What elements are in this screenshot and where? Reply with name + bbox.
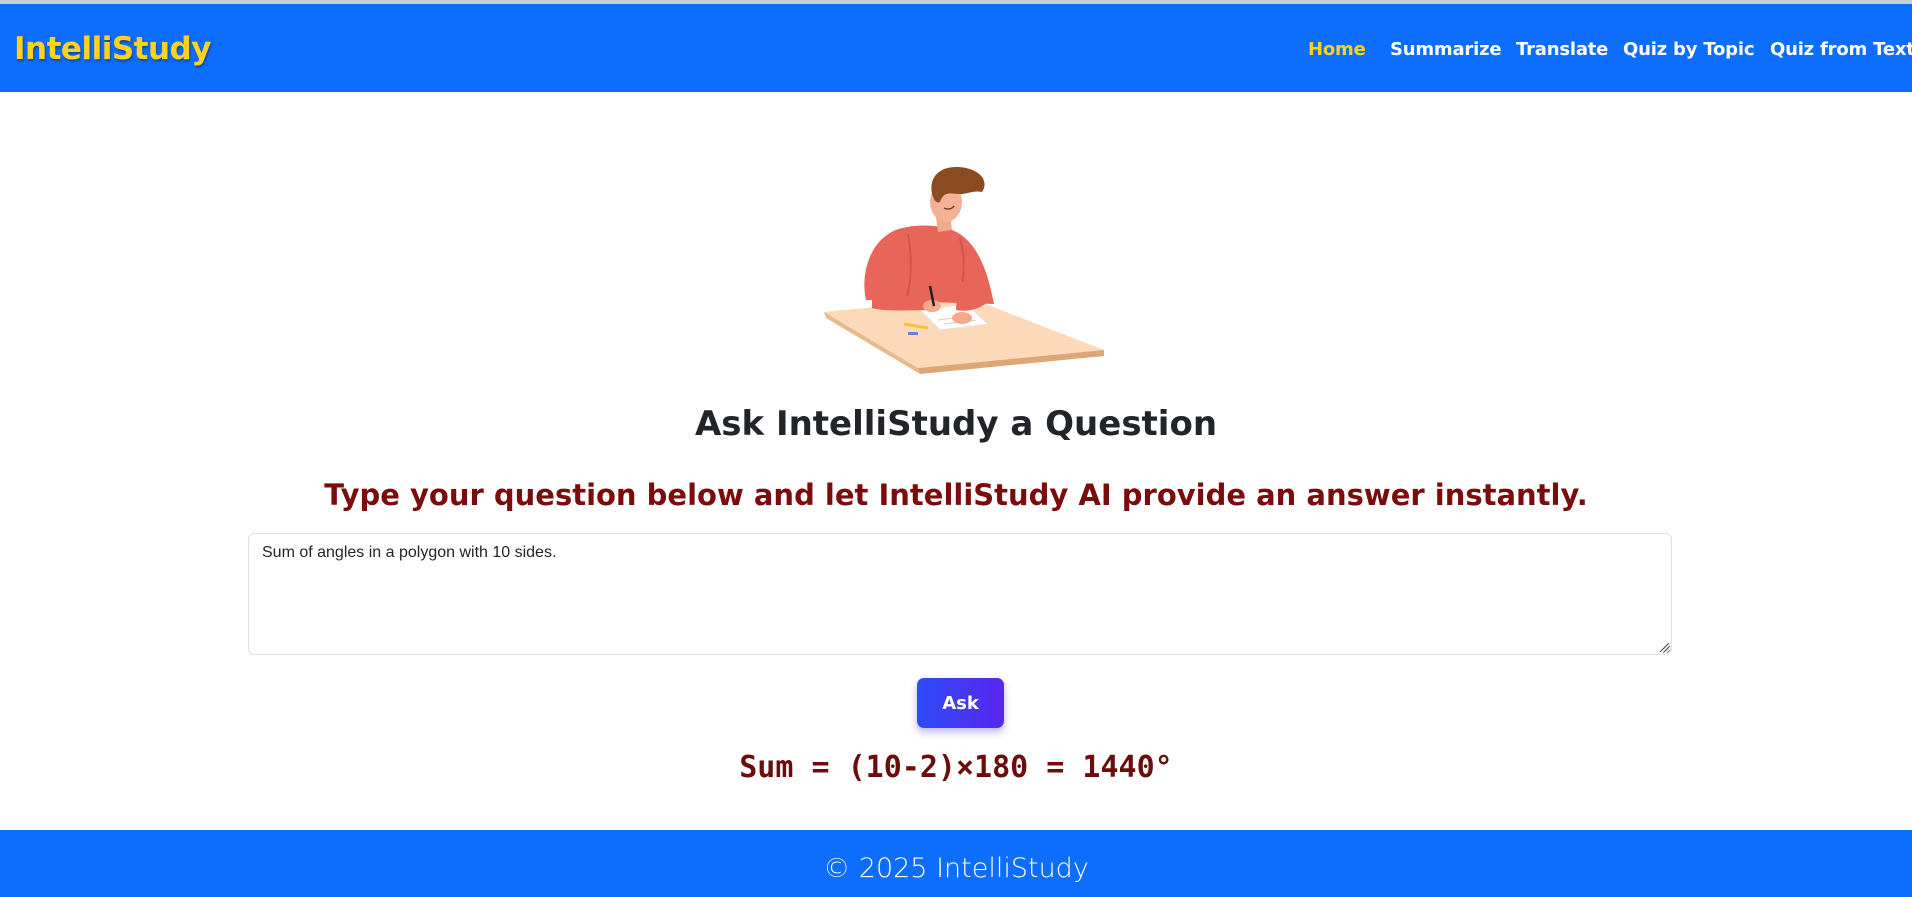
brand-logo[interactable]: IntelliStudy	[14, 31, 211, 67]
ask-button[interactable]: Ask	[917, 678, 1004, 728]
nav-link-home[interactable]: Home	[1308, 39, 1366, 60]
hero-illustration	[820, 164, 1106, 374]
page-title: Ask IntelliStudy a Question	[694, 404, 1218, 444]
nav-link-summarize[interactable]: Summarize	[1390, 39, 1502, 60]
footer-copyright: © 2025 IntelliStudy	[823, 853, 1089, 884]
nav-link-quiz-from-text[interactable]: Quiz from Text	[1770, 39, 1912, 60]
nav-link-translate[interactable]: Translate	[1516, 39, 1608, 60]
answer-text: Sum = (10-2)×180 = 1440°	[739, 750, 1173, 785]
student-writing-illustration	[824, 167, 1104, 374]
navbar: IntelliStudy Home Summarize Translate Qu…	[0, 4, 1912, 92]
question-input[interactable]: Sum of angles in a polygon with 10 sides…	[248, 533, 1672, 655]
footer: © 2025 IntelliStudy	[0, 830, 1912, 897]
page-subtitle: Type your question below and let Intelli…	[324, 478, 1588, 512]
resize-handle-icon[interactable]	[1658, 641, 1670, 653]
nav-link-quiz-by-topic[interactable]: Quiz by Topic	[1623, 39, 1754, 60]
